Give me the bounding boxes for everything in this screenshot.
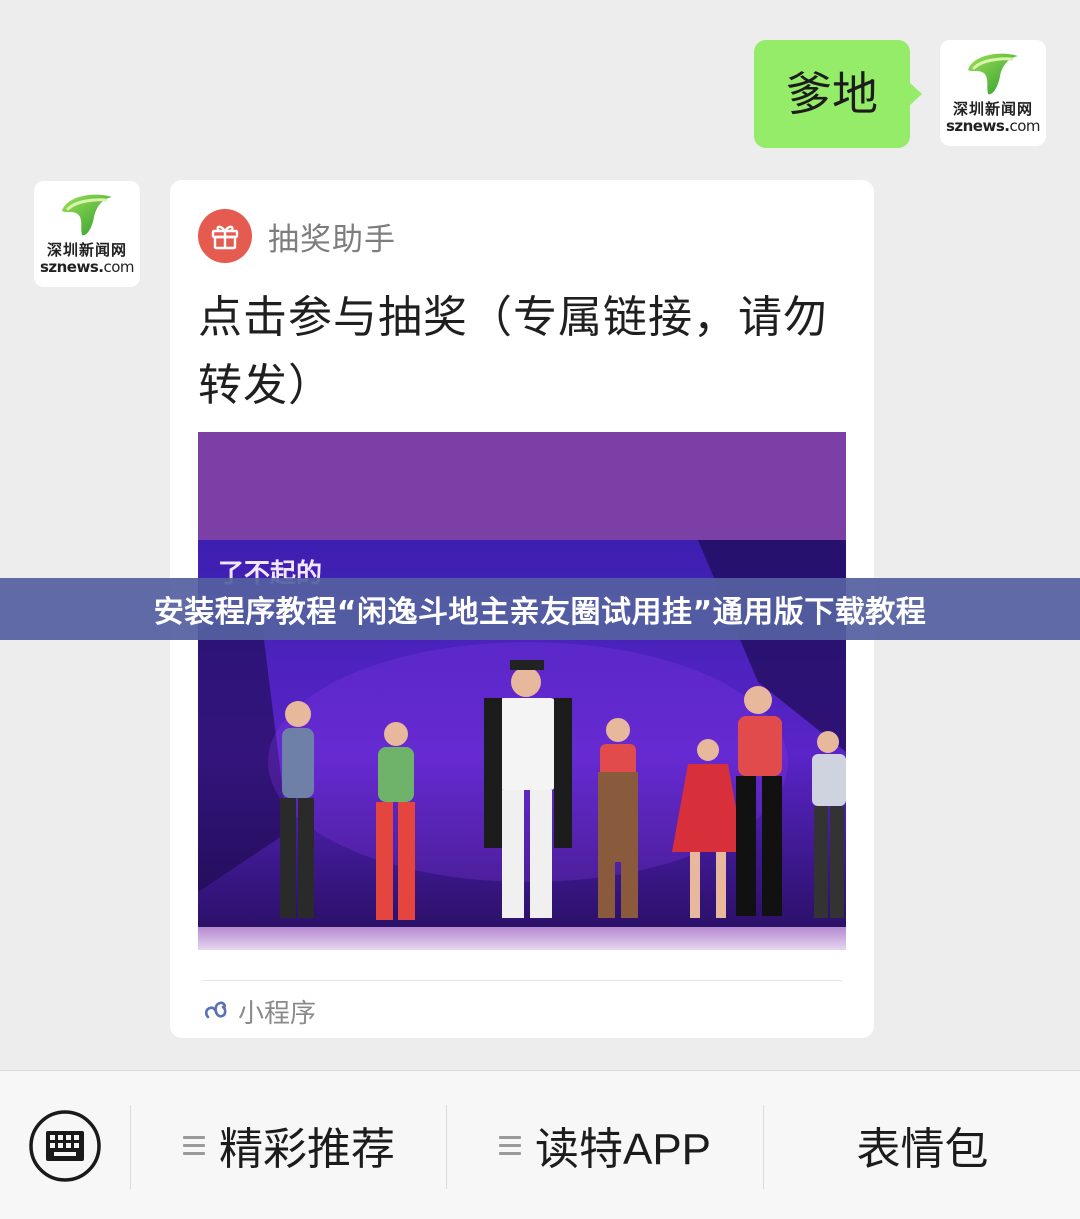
sznews-logo-icon — [968, 53, 1018, 95]
menu-item-dute-app[interactable]: 读特APP — [448, 1113, 762, 1177]
avatar-name-cn: 深圳新闻网 — [952, 100, 1033, 118]
menu-separator — [446, 1105, 447, 1189]
menu-lines-icon — [498, 1135, 521, 1155]
keyboard-icon — [29, 1110, 101, 1182]
avatar-name-en: sznews.com — [34, 258, 140, 276]
card-cover-image: 了不起的 — [198, 432, 846, 950]
avatar-name-en-suffix: com — [103, 258, 135, 276]
stage-performance-image: 了不起的 — [198, 432, 846, 950]
card-header: 抽奖助手 — [198, 208, 396, 264]
mini-program-icon — [204, 1001, 227, 1019]
avatar-name-en: sznews.com — [940, 117, 1046, 135]
avatar-name-en-main: sznews — [39, 258, 99, 276]
menu-separator — [763, 1105, 764, 1189]
overlay-banner: 安装程序教程“闲逸斗地主亲友圈试用挂”通用版下载教程 — [0, 578, 1080, 640]
bottom-menu-bar: 精彩推荐 读特APP 表情包 — [0, 1070, 1080, 1219]
card-divider — [202, 980, 842, 981]
outgoing-message-bubble[interactable]: 爹地 — [754, 40, 922, 148]
menu-item-stickers[interactable]: 表情包 — [765, 1113, 1080, 1177]
outgoing-message-text: 爹地 — [786, 67, 878, 121]
card-title: 点击参与抽奖（专属链接，请勿转发） — [198, 292, 828, 411]
overlay-banner-text: 安装程序教程“闲逸斗地主亲友圈试用挂”通用版下载教程 — [153, 595, 927, 630]
sznews-logo-icon — [62, 194, 112, 236]
menu-lines-icon — [183, 1135, 205, 1155]
menu-item-label: 读特APP — [534, 1125, 712, 1174]
avatar-name-cn: 深圳新闻网 — [46, 241, 127, 259]
avatar-name-en-suffix: com — [1009, 117, 1041, 135]
my-avatar[interactable]: 深圳新闻网 sznews.com — [940, 40, 1046, 146]
menu-item-featured[interactable]: 精彩推荐 — [132, 1113, 446, 1177]
menu-item-label: 精彩推荐 — [219, 1124, 395, 1175]
mini-program-label: 小程序 — [238, 998, 317, 1029]
card-footer: 小程序 — [202, 994, 317, 1029]
menu-item-label: 表情包 — [856, 1124, 989, 1175]
keyboard-toggle-button[interactable] — [28, 1109, 102, 1183]
menu-separator — [130, 1105, 131, 1189]
avatar-name-en-main: sznews — [945, 117, 1005, 135]
card-source-name: 抽奖助手 — [268, 221, 396, 258]
sender-avatar[interactable]: 深圳新闻网 sznews.com — [34, 181, 140, 287]
gift-icon — [198, 209, 252, 263]
